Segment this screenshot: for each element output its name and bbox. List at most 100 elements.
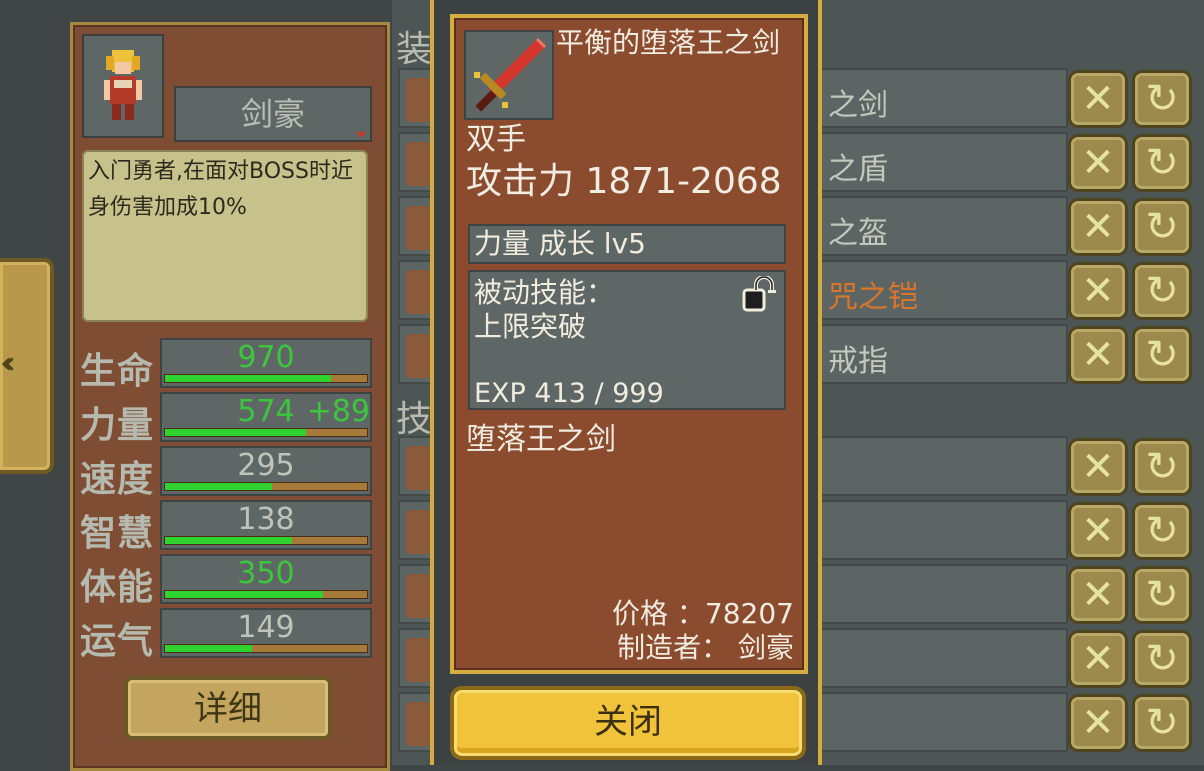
stat-label: 运气 (80, 621, 155, 662)
swap-button[interactable]: ↻ (1132, 134, 1192, 192)
class-name: 剑豪 (240, 95, 305, 133)
swap-button[interactable]: ↻ (1132, 326, 1192, 384)
equipment-icon (406, 334, 430, 378)
skill-icon (406, 446, 430, 490)
swap-icon: ↻ (1145, 204, 1179, 250)
stat-box: 350 (160, 554, 372, 604)
x-icon: ✕ (1081, 268, 1115, 314)
stat-label: 力量 (80, 405, 155, 446)
stat-bar (164, 428, 368, 437)
x-icon: ✕ (1081, 332, 1115, 378)
x-icon: ✕ (1081, 572, 1115, 618)
equipment-section-heading: 装 (396, 29, 433, 70)
stat-box: 138 (160, 500, 372, 550)
remove-button[interactable]: ✕ (1068, 262, 1128, 320)
equipment-name: 咒之铠 (828, 280, 918, 315)
hero-sprite-icon (104, 50, 142, 120)
skill-icon (406, 574, 430, 618)
equipment-icon (406, 142, 430, 186)
stat-bar (164, 644, 368, 653)
swap-icon: ↻ (1145, 636, 1179, 682)
x-icon: ✕ (1081, 204, 1115, 250)
stat-box: 574 +89 (160, 392, 372, 442)
stat-bar-fill (165, 483, 273, 490)
swap-button[interactable]: ↻ (1132, 502, 1192, 560)
stat-box: 970 (160, 338, 372, 388)
remove-button[interactable]: ✕ (1068, 326, 1128, 384)
remove-button[interactable]: ✕ (1068, 630, 1128, 688)
skill-icon (406, 638, 430, 682)
stat-bar-fill (165, 375, 331, 382)
remove-button[interactable]: ✕ (1068, 438, 1128, 496)
class-name-box[interactable]: 剑豪 (174, 86, 372, 142)
remove-button[interactable]: ✕ (1068, 198, 1128, 256)
item-title: 平衡的堕落王之剑 (556, 26, 781, 59)
remove-button[interactable]: ✕ (1068, 694, 1128, 752)
stat-value: 149 (237, 610, 295, 645)
dropdown-indicator-icon (356, 132, 366, 138)
stat-row: 智慧 138 (78, 500, 372, 554)
equipment-name: 戒指 (828, 344, 888, 379)
x-icon: ✕ (1081, 140, 1115, 186)
x-icon: ✕ (1081, 444, 1115, 490)
stat-label: 智慧 (80, 513, 155, 554)
stat-row: 运气 149 (78, 608, 372, 662)
stat-value: 138 (237, 502, 295, 537)
character-portrait (82, 34, 164, 138)
equipment-icon (406, 78, 430, 122)
x-icon: ✕ (1081, 76, 1115, 122)
class-description: 入门勇者,在面对BOSS时近身伤害加成10% (82, 150, 368, 322)
swap-icon: ↻ (1145, 700, 1179, 746)
swap-button[interactable]: ↻ (1132, 198, 1192, 256)
swap-button[interactable]: ↻ (1132, 566, 1192, 624)
swap-icon: ↻ (1145, 76, 1179, 122)
back-tab-button[interactable]: ‹‹‹ (0, 258, 54, 474)
swap-icon: ↻ (1145, 268, 1179, 314)
skill-icon (406, 510, 430, 554)
remove-button[interactable]: ✕ (1068, 502, 1128, 560)
close-button[interactable]: 关闭 (450, 686, 806, 760)
equipment-icon (406, 206, 430, 250)
item-attack: 攻击力 1871-2068 (466, 161, 782, 202)
stat-value: 295 (237, 448, 295, 483)
stat-box: 149 (160, 608, 372, 658)
x-icon: ✕ (1081, 636, 1115, 682)
stat-bar (164, 374, 368, 383)
item-maker: 制造者： 剑豪 (617, 631, 794, 664)
swap-button[interactable]: ↻ (1132, 630, 1192, 688)
equipment-name: 之盾 (828, 152, 888, 187)
stat-bar-fill (165, 591, 323, 598)
stat-bar-fill (165, 429, 307, 436)
equipment-name: 之盔 (828, 216, 888, 251)
stat-label: 体能 (80, 567, 155, 608)
x-icon: ✕ (1081, 508, 1115, 554)
remove-button[interactable]: ✕ (1068, 566, 1128, 624)
detail-button[interactable]: 详细 (124, 676, 332, 740)
x-icon: ✕ (1081, 700, 1115, 746)
equipment-name: 之剑 (828, 88, 888, 123)
equipment-icon (406, 270, 430, 314)
stat-bar-fill (165, 645, 252, 652)
growth-stat: 力量 成长 lv5 (468, 224, 786, 264)
swap-button[interactable]: ↻ (1132, 70, 1192, 128)
swap-button[interactable]: ↻ (1132, 262, 1192, 320)
stat-bar (164, 536, 368, 545)
stat-label: 生命 (80, 351, 155, 392)
lock-icon[interactable] (740, 275, 780, 316)
stat-bar-fill (165, 537, 293, 544)
item-exp: EXP 413 / 999 (474, 378, 664, 409)
stat-row: 力量 574 +89 (78, 392, 372, 446)
sword-icon (464, 30, 554, 120)
stat-box: 295 (160, 446, 372, 496)
swap-button[interactable]: ↻ (1132, 438, 1192, 496)
passive-skill-label: 被动技能： (474, 276, 615, 309)
item-base-name: 堕落王之剑 (466, 422, 616, 457)
skill-icon (406, 702, 430, 746)
stat-value: 970 (237, 340, 295, 375)
remove-button[interactable]: ✕ (1068, 134, 1128, 192)
stat-bar (164, 590, 368, 599)
passive-skill-name: 上限突破 (474, 310, 587, 343)
remove-button[interactable]: ✕ (1068, 70, 1128, 128)
swap-button[interactable]: ↻ (1132, 694, 1192, 752)
stat-bar (164, 482, 368, 491)
